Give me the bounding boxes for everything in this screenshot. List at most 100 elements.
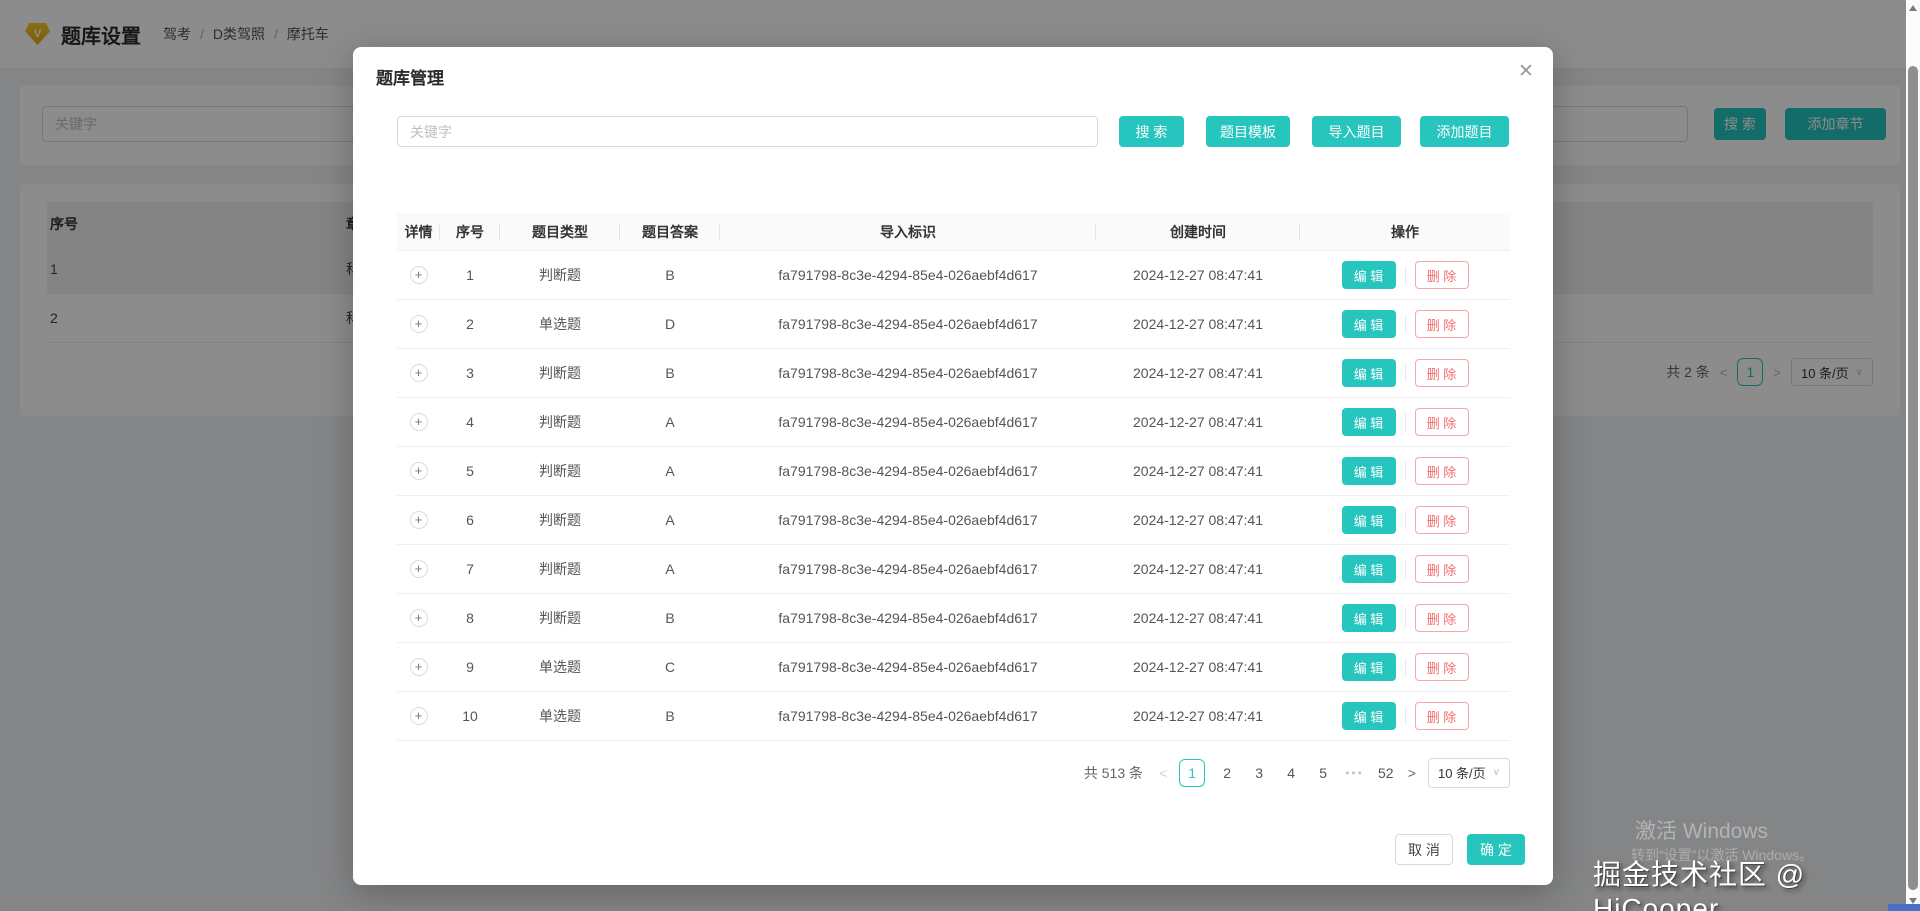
expand-row-icon[interactable]: + (410, 511, 428, 529)
table-row: + 10 单选题 B fa791798-8c3e-4294-85e4-026ae… (397, 692, 1510, 741)
cancel-button[interactable]: 取 消 (1395, 834, 1453, 865)
cell-question-type: 单选题 (500, 314, 620, 334)
modal-keyword-input[interactable] (397, 116, 1098, 147)
column-header-created: 创建时间 (1096, 222, 1300, 242)
edit-button[interactable]: 编 辑 (1342, 653, 1396, 681)
more-pages-icon[interactable]: ••• (1345, 766, 1364, 780)
scroll-up-icon[interactable] (1909, 5, 1917, 11)
add-question-button[interactable]: 添加题目 (1420, 116, 1509, 147)
table-row: + 7 判断题 A fa791798-8c3e-4294-85e4-026aeb… (397, 545, 1510, 594)
cell-answer: A (620, 414, 720, 430)
delete-button[interactable]: 删 除 (1415, 261, 1469, 289)
action-divider (1405, 364, 1406, 382)
expand-row-icon[interactable]: + (410, 658, 428, 676)
cell-answer: B (620, 610, 720, 626)
scrollbar-thumb[interactable] (1908, 66, 1918, 890)
cell-answer: A (620, 561, 720, 577)
cell-created-time: 2024-12-27 08:47:41 (1096, 414, 1300, 430)
expand-row-icon[interactable]: + (410, 413, 428, 431)
table-row: + 5 判断题 A fa791798-8c3e-4294-85e4-026aeb… (397, 447, 1510, 496)
action-divider (1405, 609, 1406, 627)
edit-button[interactable]: 编 辑 (1342, 359, 1396, 387)
table-row: + 2 单选题 D fa791798-8c3e-4294-85e4-026aeb… (397, 300, 1510, 349)
close-icon[interactable]: ✕ (1513, 59, 1539, 85)
expand-row-icon[interactable]: + (410, 560, 428, 578)
delete-button[interactable]: 删 除 (1415, 555, 1469, 583)
cell-created-time: 2024-12-27 08:47:41 (1096, 659, 1300, 675)
question-template-button[interactable]: 题目模板 (1206, 116, 1290, 147)
action-divider (1405, 707, 1406, 725)
cell-import-id: fa791798-8c3e-4294-85e4-026aebf4d617 (720, 561, 1096, 577)
taskbar-corner (1888, 904, 1920, 911)
modal-pagination: 共 513 条 < 12345 ••• 52 > 10 条/页 ∨ (397, 757, 1510, 788)
browser-scrollbar[interactable] (1906, 0, 1920, 911)
import-questions-button[interactable]: 导入题目 (1312, 116, 1401, 147)
edit-button[interactable]: 编 辑 (1342, 604, 1396, 632)
expand-row-icon[interactable]: + (410, 707, 428, 725)
delete-button[interactable]: 删 除 (1415, 457, 1469, 485)
cell-no: 6 (440, 512, 500, 528)
search-button[interactable]: 搜 索 (1119, 116, 1184, 147)
delete-button[interactable]: 删 除 (1415, 653, 1469, 681)
cell-answer: A (620, 512, 720, 528)
page-number-button[interactable]: 2 (1217, 765, 1237, 781)
page-number-button[interactable]: 52 (1376, 765, 1396, 781)
table-row: + 3 判断题 B fa791798-8c3e-4294-85e4-026aeb… (397, 349, 1510, 398)
cell-created-time: 2024-12-27 08:47:41 (1096, 512, 1300, 528)
table-row: + 4 判断题 A fa791798-8c3e-4294-85e4-026aeb… (397, 398, 1510, 447)
confirm-button[interactable]: 确 定 (1467, 834, 1525, 865)
cell-answer: C (620, 659, 720, 675)
expand-row-icon[interactable]: + (410, 609, 428, 627)
page-size-select[interactable]: 10 条/页 ∨ (1428, 758, 1510, 788)
action-divider (1405, 266, 1406, 284)
delete-button[interactable]: 删 除 (1415, 604, 1469, 632)
action-divider (1405, 658, 1406, 676)
cell-question-type: 判断题 (500, 608, 620, 628)
cell-import-id: fa791798-8c3e-4294-85e4-026aebf4d617 (720, 610, 1096, 626)
edit-button[interactable]: 编 辑 (1342, 702, 1396, 730)
cell-created-time: 2024-12-27 08:47:41 (1096, 610, 1300, 626)
delete-button[interactable]: 删 除 (1415, 506, 1469, 534)
cell-import-id: fa791798-8c3e-4294-85e4-026aebf4d617 (720, 708, 1096, 724)
action-divider (1405, 315, 1406, 333)
prev-page-icon[interactable]: < (1159, 765, 1167, 781)
page-number-button[interactable]: 1 (1179, 759, 1205, 787)
delete-button[interactable]: 删 除 (1415, 702, 1469, 730)
cell-answer: B (620, 708, 720, 724)
expand-row-icon[interactable]: + (410, 315, 428, 333)
cell-no: 9 (440, 659, 500, 675)
edit-button[interactable]: 编 辑 (1342, 457, 1396, 485)
cell-import-id: fa791798-8c3e-4294-85e4-026aebf4d617 (720, 267, 1096, 283)
cell-question-type: 判断题 (500, 559, 620, 579)
cell-import-id: fa791798-8c3e-4294-85e4-026aebf4d617 (720, 512, 1096, 528)
table-row: + 8 判断题 B fa791798-8c3e-4294-85e4-026aeb… (397, 594, 1510, 643)
edit-button[interactable]: 编 辑 (1342, 261, 1396, 289)
delete-button[interactable]: 删 除 (1415, 408, 1469, 436)
next-page-icon[interactable]: > (1408, 765, 1416, 781)
question-bank-modal: 题库管理 ✕ 搜 索 题目模板 导入题目 添加题目 详情 序号 题目类型 题目答… (353, 47, 1553, 885)
edit-button[interactable]: 编 辑 (1342, 506, 1396, 534)
cell-no: 7 (440, 561, 500, 577)
edit-button[interactable]: 编 辑 (1342, 555, 1396, 583)
edit-button[interactable]: 编 辑 (1342, 310, 1396, 338)
cell-no: 4 (440, 414, 500, 430)
edit-button[interactable]: 编 辑 (1342, 408, 1396, 436)
cell-created-time: 2024-12-27 08:47:41 (1096, 267, 1300, 283)
modal-title: 题库管理 (376, 64, 444, 89)
page-number-button[interactable]: 3 (1249, 765, 1269, 781)
cell-created-time: 2024-12-27 08:47:41 (1096, 463, 1300, 479)
expand-row-icon[interactable]: + (410, 364, 428, 382)
expand-row-icon[interactable]: + (410, 462, 428, 480)
cell-created-time: 2024-12-27 08:47:41 (1096, 365, 1300, 381)
column-header-actions: 操作 (1300, 222, 1510, 242)
expand-row-icon[interactable]: + (410, 266, 428, 284)
table-row: + 9 单选题 C fa791798-8c3e-4294-85e4-026aeb… (397, 643, 1510, 692)
column-header-answer: 题目答案 (620, 222, 720, 242)
cell-import-id: fa791798-8c3e-4294-85e4-026aebf4d617 (720, 414, 1096, 430)
page-number-button[interactable]: 4 (1281, 765, 1301, 781)
delete-button[interactable]: 删 除 (1415, 310, 1469, 338)
delete-button[interactable]: 删 除 (1415, 359, 1469, 387)
page-number-button[interactable]: 5 (1313, 765, 1333, 781)
cell-question-type: 判断题 (500, 363, 620, 383)
table-row: + 6 判断题 A fa791798-8c3e-4294-85e4-026aeb… (397, 496, 1510, 545)
